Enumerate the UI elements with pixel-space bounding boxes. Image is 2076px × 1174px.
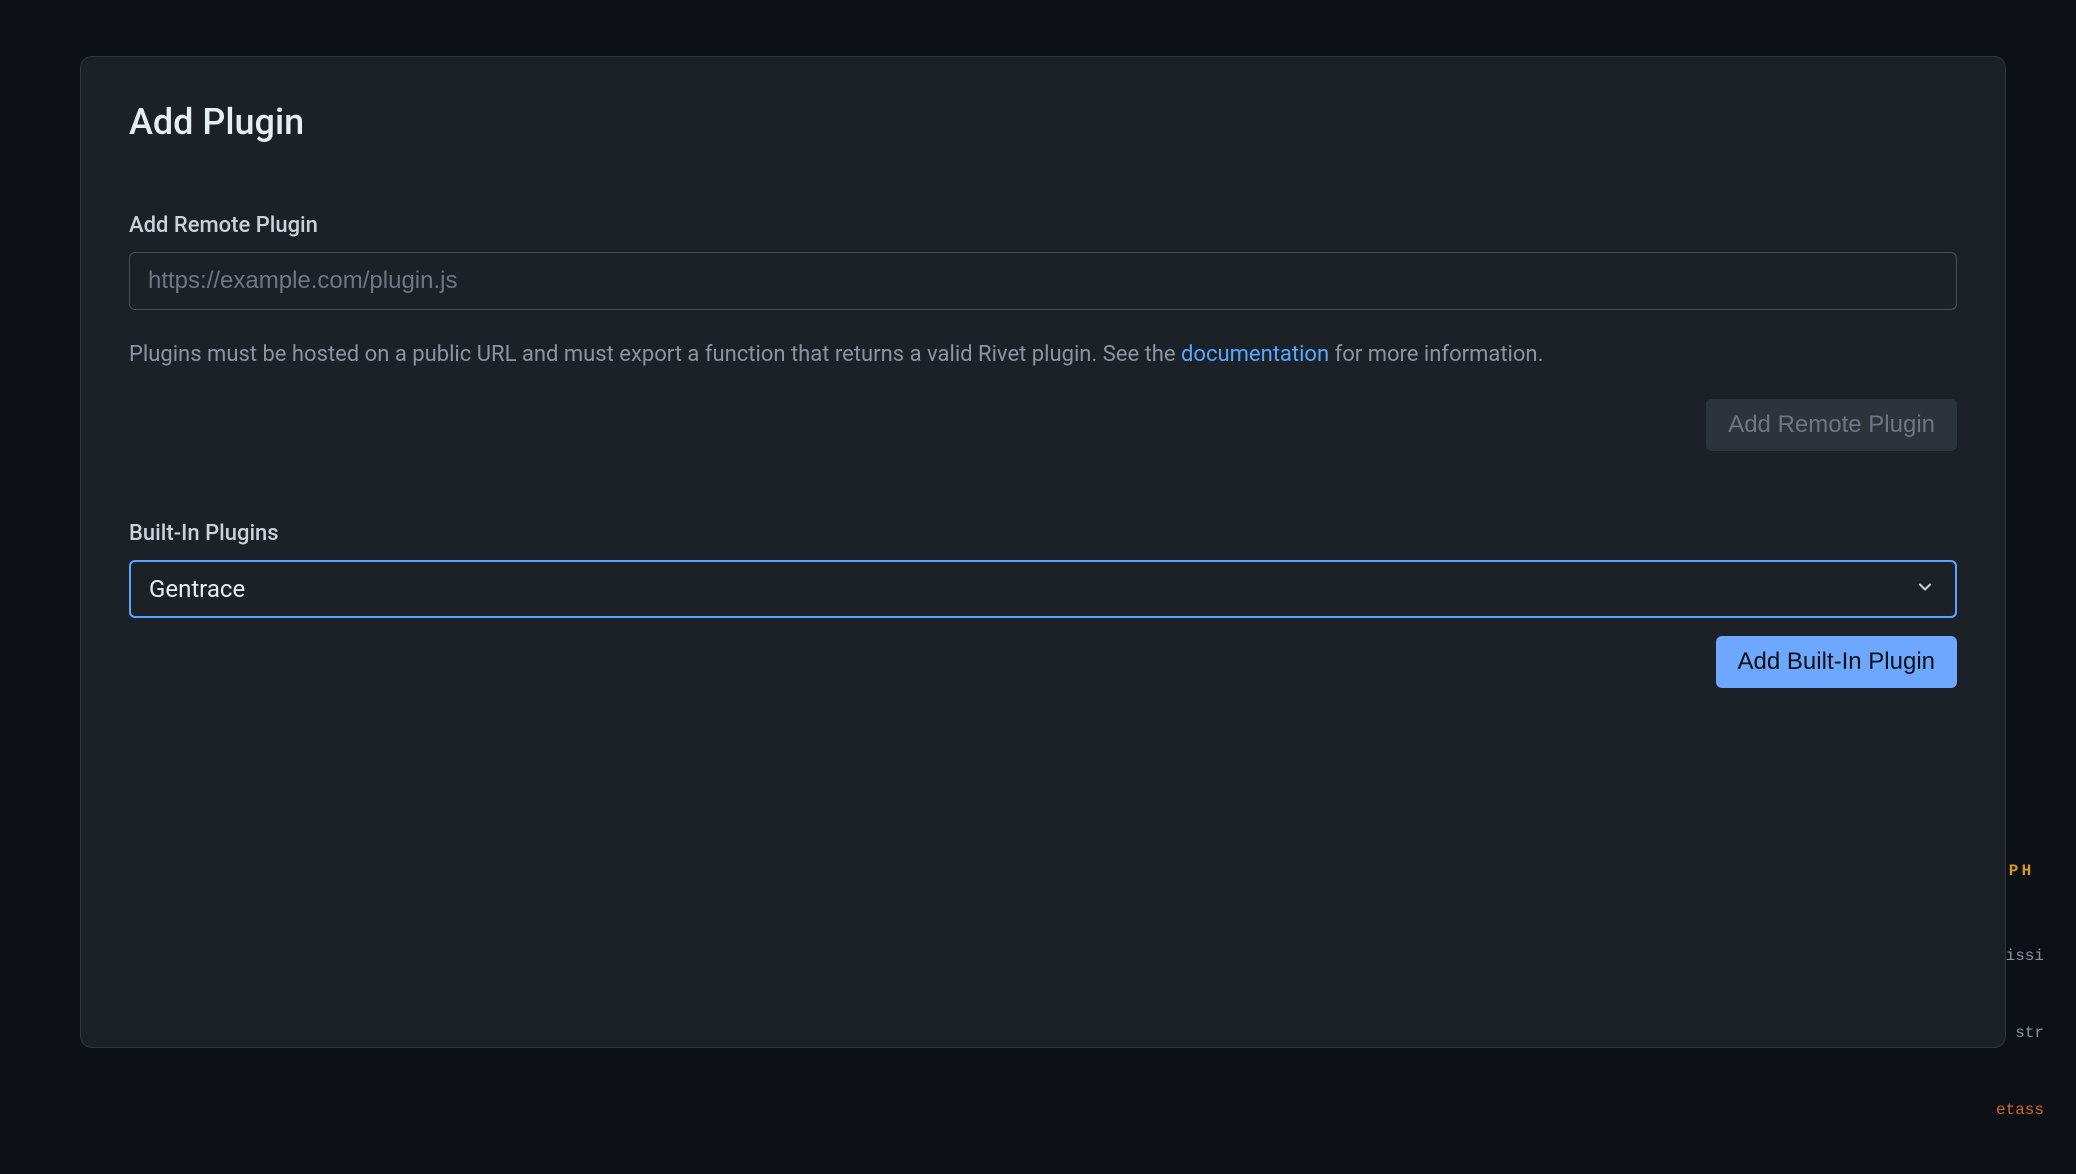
builtin-selected-value: Gentrace [149,575,245,603]
builtin-plugin-label: Built-In Plugins [129,521,1957,546]
add-plugin-modal: Add Plugin Add Remote Plugin Plugins mus… [80,56,2006,1048]
background-code-header: APH [1996,851,2076,893]
help-text-suffix: for more information. [1329,342,1543,367]
builtin-plugin-select[interactable]: Gentrace [129,560,1957,618]
modal-title: Add Plugin [129,101,1957,143]
remote-plugin-label: Add Remote Plugin [129,213,1957,238]
remote-plugin-section: Add Remote Plugin Plugins must be hosted… [129,213,1957,451]
builtin-button-row: Add Built-In Plugin [129,636,1957,688]
remote-plugin-url-input[interactable] [129,252,1957,310]
builtin-select-wrapper: Gentrace [129,560,1957,618]
help-text-prefix: Plugins must be hosted on a public URL a… [129,342,1181,367]
builtin-plugin-section: Built-In Plugins Gentrace Add Built-In P… [129,521,1957,688]
background-code-line: missi [1996,944,2076,970]
remote-button-row: Add Remote Plugin [129,399,1957,451]
add-remote-plugin-button[interactable]: Add Remote Plugin [1706,399,1957,451]
documentation-link[interactable]: documentation [1181,342,1329,367]
add-builtin-plugin-button[interactable]: Add Built-In Plugin [1716,636,1957,688]
background-code-panel: APH missi : str etass [1996,800,2076,1174]
remote-plugin-help-text: Plugins must be hosted on a public URL a… [129,338,1957,371]
background-code-line: etass [1996,1098,2076,1124]
background-code-line: : str [1996,1021,2076,1047]
